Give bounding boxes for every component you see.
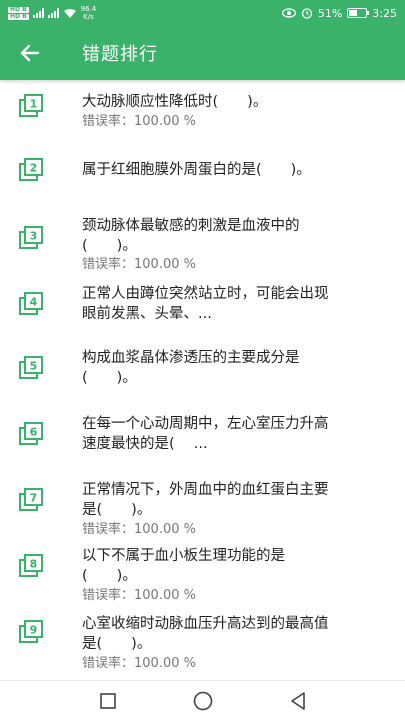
list-item[interactable]: 9 心室收缩时动脉血压升高达到的最高值 是( )。 错误率：100.00 % (0, 612, 405, 676)
number-badge-icon: 2 (19, 158, 43, 181)
item-number: 7 (30, 492, 38, 505)
list-item[interactable]: 3 颈动脉体最敏感的刺激是血液中的 ( )。 错误率：100.00 % (0, 218, 405, 282)
item-number: 5 (30, 360, 38, 373)
item-number: 9 (30, 624, 38, 637)
number-badge-icon: 9 (19, 620, 43, 643)
battery-percent: 51% (317, 6, 343, 20)
question-text: 在每一个心动周期中，左心室压力升高 速度最快的是( ... (82, 416, 329, 452)
list-item[interactable]: 1 大动脉顺应性降低时( )。 错误率：100.00 % (0, 90, 405, 154)
error-rate: 错误率：100.00 % (82, 588, 196, 603)
list-item[interactable]: 4 正常人由蹲位突然站立时，可能会出现 眼前发黑、头晕、... (0, 284, 405, 348)
status-bar: HD B HD B 96.4 K/s 51% 3:25 (0, 0, 405, 26)
number-badge-icon: 4 (19, 292, 43, 315)
back-nav-button[interactable] (278, 681, 318, 720)
error-rate: 错误率：100.00 % (82, 656, 196, 671)
item-number: 2 (30, 162, 38, 175)
item-number: 6 (30, 426, 38, 439)
question-text: 构成血浆晶体渗透压的主要成分是 ( )。 (82, 350, 300, 386)
question-text: 心室收缩时动脉血压升高达到的最高值 是( )。 (82, 616, 329, 652)
question-text: 以下不属于血小板生理功能的是 ( )。 (82, 548, 285, 584)
item-number: 8 (30, 558, 38, 571)
number-badge-icon: 6 (19, 422, 43, 445)
number-badge-icon: 1 (19, 94, 43, 117)
list-item[interactable]: 5 构成血浆晶体渗透压的主要成分是 ( )。 (0, 348, 405, 412)
list-item[interactable]: 7 正常情况下，外周血中的血红蛋白主要 是( )。 错误率：100.00 % (0, 480, 405, 544)
error-rate: 错误率：100.00 % (82, 257, 196, 272)
item-number: 4 (30, 296, 38, 309)
question-text: 颈动脉体最敏感的刺激是血液中的 ( )。 (82, 218, 300, 254)
signal-icon (47, 8, 59, 18)
error-rate: 错误率：100.00 % (82, 114, 196, 129)
sim2-label: HD B (8, 12, 29, 20)
battery-icon (347, 8, 370, 18)
wifi-icon (63, 8, 76, 18)
system-nav-bar (0, 680, 405, 720)
page-title: 错题排行 (82, 44, 158, 65)
question-text: 属于红细胞膜外周蛋白的是( )。 (82, 162, 311, 178)
number-badge-icon: 3 (19, 226, 43, 249)
error-rate: 错误率：100.00 % (82, 522, 196, 537)
signal-icon (32, 8, 44, 18)
clock: 3:25 (372, 6, 397, 20)
number-badge-icon: 7 (19, 488, 43, 511)
arrow-left-icon (20, 44, 40, 62)
item-number: 1 (30, 98, 38, 111)
square-icon (99, 692, 116, 709)
recents-button[interactable] (88, 681, 128, 720)
question-list: 1 大动脉顺应性降低时( )。 错误率：100.00 % 2 属于红细胞膜外周蛋… (0, 80, 405, 680)
number-badge-icon: 8 (19, 554, 43, 577)
item-number: 3 (30, 230, 38, 243)
circle-icon (193, 691, 212, 710)
sim1-label: HD B (8, 5, 29, 13)
net-speed: 96.4 K/s (80, 5, 97, 21)
question-text: 大动脉顺应性降低时( )。 (82, 94, 268, 110)
back-button[interactable] (0, 26, 60, 80)
alarm-icon (301, 8, 312, 19)
list-item[interactable]: 6 在每一个心动周期中，左心室压力升高 速度最快的是( ... (0, 414, 405, 478)
list-item[interactable]: 8 以下不属于血小板生理功能的是 ( )。 错误率：100.00 % (0, 546, 405, 610)
triangle-back-icon (290, 691, 305, 710)
question-text: 正常情况下，外周血中的血红蛋白主要 是( )。 (82, 482, 329, 518)
number-badge-icon: 5 (19, 356, 43, 379)
question-text: 正常人由蹲位突然站立时，可能会出现 眼前发黑、头晕、... (82, 286, 329, 322)
home-button[interactable] (183, 681, 223, 720)
app-bar: 错题排行 (0, 26, 405, 80)
eye-icon (281, 8, 296, 18)
list-item[interactable]: 2 属于红细胞膜外周蛋白的是( )。 (0, 154, 405, 218)
